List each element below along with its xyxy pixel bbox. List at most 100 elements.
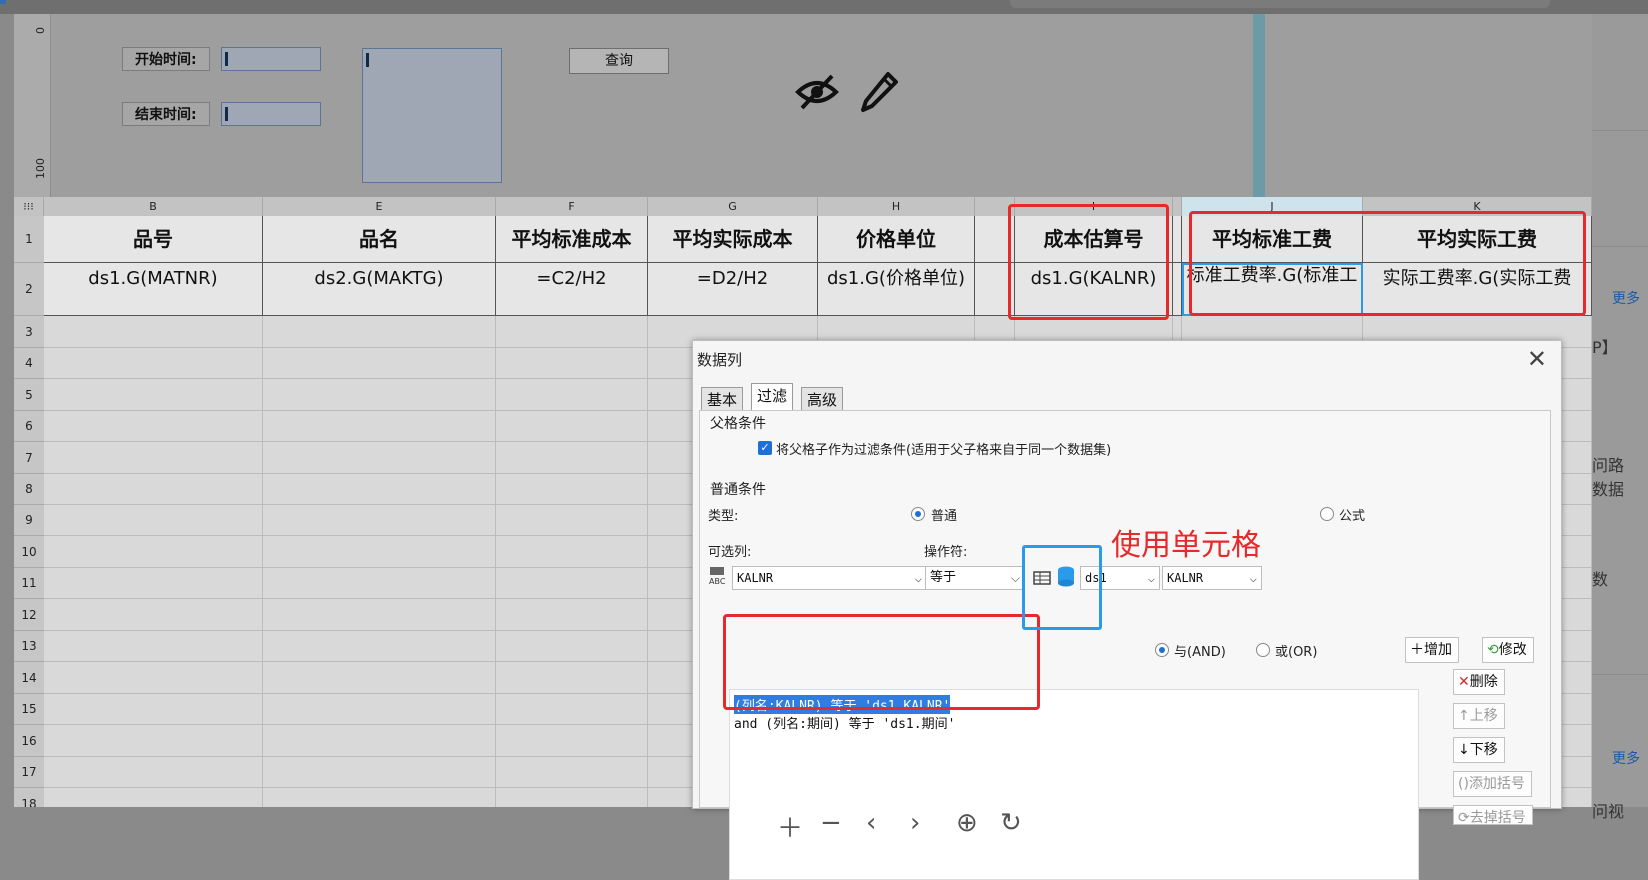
empty-cell[interactable] bbox=[496, 474, 648, 505]
operator-select[interactable]: 等于 ⌵ bbox=[925, 566, 1025, 590]
empty-cell[interactable] bbox=[44, 442, 263, 474]
empty-cell[interactable] bbox=[496, 379, 648, 411]
add-button[interactable]: ＋增加 bbox=[1405, 637, 1459, 663]
empty-cell[interactable] bbox=[496, 411, 648, 442]
empty-cell[interactable] bbox=[44, 536, 263, 568]
data-cell[interactable]: ds1.G(MATNR) bbox=[44, 263, 263, 316]
empty-cell[interactable] bbox=[496, 505, 648, 536]
wrap-icon[interactable]: ⊕ bbox=[956, 808, 978, 838]
row-header[interactable]: 5 bbox=[14, 379, 44, 411]
minus-icon[interactable]: − bbox=[820, 808, 842, 838]
empty-cell[interactable] bbox=[496, 316, 648, 348]
empty-cell[interactable] bbox=[263, 757, 496, 788]
delete-button[interactable]: ✕删除 bbox=[1453, 669, 1505, 695]
empty-cell[interactable] bbox=[496, 348, 648, 379]
empty-cell[interactable] bbox=[263, 411, 496, 442]
row-header[interactable]: 17 bbox=[14, 757, 44, 788]
empty-cell[interactable] bbox=[496, 631, 648, 662]
multi-select-box[interactable] bbox=[362, 48, 502, 183]
empty-cell[interactable] bbox=[44, 662, 263, 694]
start-time-input[interactable] bbox=[221, 47, 321, 71]
header-cell[interactable]: 品名 bbox=[263, 216, 496, 263]
header-cell[interactable]: 品号 bbox=[44, 216, 263, 263]
row-header[interactable]: 15 bbox=[14, 694, 44, 725]
empty-cell[interactable] bbox=[263, 631, 496, 662]
empty-cell[interactable] bbox=[496, 568, 648, 599]
empty-cell[interactable] bbox=[44, 316, 263, 348]
row-header[interactable]: 10 bbox=[14, 536, 44, 568]
header-cell[interactable]: 价格单位 bbox=[818, 216, 975, 263]
more-link[interactable]: 更多 bbox=[1612, 748, 1640, 768]
pencil-icon[interactable] bbox=[860, 70, 900, 114]
type-normal-radio[interactable] bbox=[911, 507, 925, 521]
empty-cell[interactable] bbox=[44, 694, 263, 725]
unwrap-icon[interactable]: ↻ bbox=[1000, 808, 1022, 838]
empty-cell[interactable] bbox=[263, 694, 496, 725]
row-header[interactable]: 1 bbox=[14, 216, 44, 263]
move-up-button[interactable]: ↑上移 bbox=[1453, 703, 1505, 729]
row-header[interactable]: 11 bbox=[14, 568, 44, 599]
empty-cell[interactable] bbox=[496, 725, 648, 757]
add-parenthesis-button[interactable]: ()添加括号 bbox=[1453, 771, 1532, 797]
empty-cell[interactable] bbox=[263, 348, 496, 379]
dataset-column-select[interactable]: KALNR ⌵ bbox=[1162, 566, 1262, 590]
empty-cell[interactable] bbox=[496, 788, 648, 807]
empty-cell[interactable] bbox=[496, 662, 648, 694]
and-radio[interactable] bbox=[1155, 643, 1169, 657]
empty-cell[interactable] bbox=[44, 474, 263, 505]
column-header[interactable]: E bbox=[263, 197, 496, 216]
empty-cell[interactable] bbox=[44, 568, 263, 599]
header-cell[interactable] bbox=[1173, 216, 1182, 263]
more-link[interactable]: 更多 bbox=[1612, 288, 1640, 308]
plus-icon[interactable]: ＋ bbox=[777, 808, 803, 845]
row-header[interactable]: 9 bbox=[14, 505, 44, 536]
condition-item[interactable]: and (列名:期间) 等于 'ds1.期间' bbox=[734, 713, 955, 732]
header-cell[interactable]: 平均标准成本 bbox=[496, 216, 648, 263]
empty-cell[interactable] bbox=[44, 599, 263, 631]
column-header[interactable]: H bbox=[818, 197, 975, 216]
condition-list[interactable]: (列名:KALNR) 等于 'ds1.KALNR' and (列名:期间) 等于… bbox=[729, 689, 1419, 880]
empty-cell[interactable] bbox=[263, 536, 496, 568]
query-button[interactable]: 查询 bbox=[569, 48, 669, 74]
or-radio[interactable] bbox=[1256, 643, 1270, 657]
row-header[interactable]: 4 bbox=[14, 348, 44, 379]
tab-advanced[interactable]: 高级 bbox=[801, 387, 844, 411]
empty-cell[interactable] bbox=[263, 379, 496, 411]
empty-cell[interactable] bbox=[44, 788, 263, 807]
chevron-left-icon[interactable]: ‹ bbox=[866, 808, 876, 838]
column-header[interactable]: B bbox=[44, 197, 263, 216]
data-cell[interactable]: =C2/H2 bbox=[496, 263, 648, 316]
empty-cell[interactable] bbox=[263, 316, 496, 348]
data-cell[interactable]: ds1.G(价格单位) bbox=[818, 263, 975, 316]
row-header[interactable]: 6 bbox=[14, 411, 44, 442]
row-header[interactable]: 14 bbox=[14, 662, 44, 694]
empty-cell[interactable] bbox=[44, 411, 263, 442]
empty-cell[interactable] bbox=[496, 442, 648, 474]
empty-cell[interactable] bbox=[44, 725, 263, 757]
empty-cell[interactable] bbox=[44, 379, 263, 411]
empty-cell[interactable] bbox=[496, 694, 648, 725]
empty-cell[interactable] bbox=[263, 599, 496, 631]
empty-cell[interactable] bbox=[263, 662, 496, 694]
data-cell[interactable]: ds2.G(MAKTG) bbox=[263, 263, 496, 316]
empty-cell[interactable] bbox=[44, 631, 263, 662]
empty-cell[interactable] bbox=[263, 474, 496, 505]
empty-cell[interactable] bbox=[263, 788, 496, 807]
column-header[interactable] bbox=[1173, 197, 1182, 216]
close-icon[interactable]: ✕ bbox=[1527, 345, 1547, 373]
type-formula-radio[interactable] bbox=[1320, 507, 1334, 521]
empty-cell[interactable] bbox=[44, 757, 263, 788]
row-header[interactable]: 18 bbox=[14, 788, 44, 807]
row-header[interactable]: 2 bbox=[14, 263, 44, 316]
eye-off-icon[interactable] bbox=[794, 72, 840, 112]
row-header[interactable]: 13 bbox=[14, 631, 44, 662]
empty-cell[interactable] bbox=[263, 725, 496, 757]
row-header[interactable]: 3 bbox=[14, 316, 44, 348]
remove-parenthesis-button[interactable]: ⟳去掉括号 bbox=[1453, 805, 1533, 826]
column-header[interactable]: G bbox=[648, 197, 818, 216]
data-cell[interactable]: =D2/H2 bbox=[648, 263, 818, 316]
empty-cell[interactable] bbox=[263, 442, 496, 474]
column-header[interactable]: F bbox=[496, 197, 648, 216]
select-all-corner[interactable]: ⁝⁝⁝ bbox=[14, 197, 44, 216]
empty-cell[interactable] bbox=[496, 757, 648, 788]
